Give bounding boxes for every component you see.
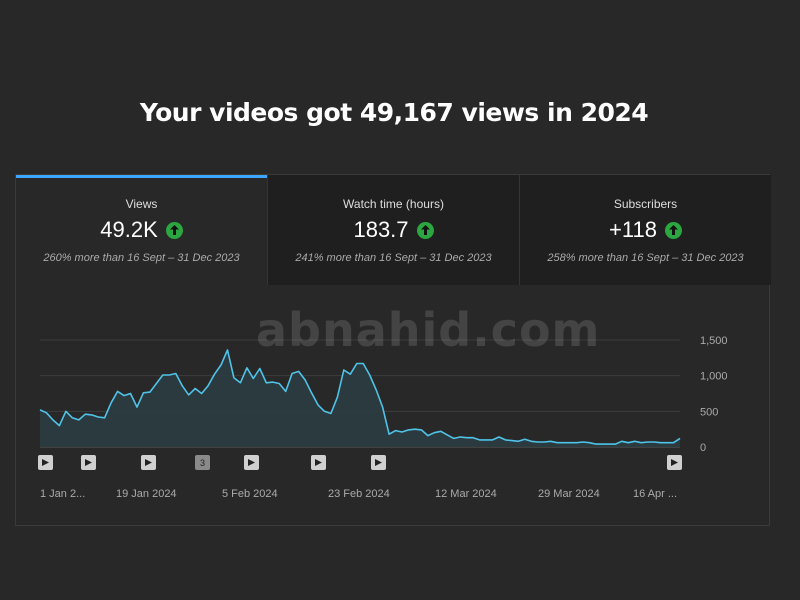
x-tick-label: 5 Feb 2024 bbox=[222, 488, 278, 500]
arrow-up-icon bbox=[416, 221, 434, 239]
x-tick-label: 29 Mar 2024 bbox=[538, 488, 600, 500]
marker-count-label: 3 bbox=[200, 458, 205, 468]
tab-label: Subscribers bbox=[613, 197, 678, 211]
y-tick-label: 1,500 bbox=[700, 335, 728, 347]
x-tick-label: 16 Apr ... bbox=[633, 488, 677, 500]
y-tick-label: 1,000 bbox=[700, 371, 728, 383]
tab-value: 49.2K bbox=[100, 217, 158, 242]
x-tick-label: 23 Feb 2024 bbox=[328, 488, 390, 500]
chart-svg: 1,500 1,000 500 0 3 1 Jan 2... 19 Jan 2024 5 Fe… bbox=[38, 335, 728, 500]
page-headline: Your videos got 49,167 views in 2024 bbox=[139, 98, 649, 127]
tab-comparison-text: 241% more than 16 Sept – 31 Dec 2023 bbox=[295, 252, 492, 264]
x-tick-label: 19 Jan 2024 bbox=[116, 488, 177, 500]
arrow-up-icon bbox=[165, 221, 183, 239]
tab-comparison-text: 260% more than 16 Sept – 31 Dec 2023 bbox=[43, 252, 240, 264]
views-chart: 1,500 1,000 500 0 3 1 Jan 2... 19 Jan 2024 5 Fe… bbox=[16, 285, 771, 525]
tab-label: Watch time (hours) bbox=[343, 197, 444, 211]
tab-label: Views bbox=[125, 197, 158, 211]
metric-tabs: Views 49.2K 260% more than 16 Sept – 31 … bbox=[16, 175, 771, 285]
tab-subscribers[interactable]: Subscribers +118 258% more than 16 Sept … bbox=[519, 175, 771, 285]
x-tick-label: 12 Mar 2024 bbox=[435, 488, 497, 500]
y-tick-label: 0 bbox=[700, 442, 706, 454]
x-tick-label: 1 Jan 2... bbox=[40, 488, 85, 500]
tab-value: +118 bbox=[609, 217, 657, 242]
tab-comparison-text: 258% more than 16 Sept – 31 Dec 2023 bbox=[547, 252, 744, 264]
tab-views[interactable]: Views 49.2K 260% more than 16 Sept – 31 … bbox=[16, 175, 267, 285]
analytics-panel: Views 49.2K 260% more than 16 Sept – 31 … bbox=[15, 174, 771, 526]
views-area bbox=[40, 350, 680, 447]
arrow-up-icon bbox=[664, 221, 682, 239]
y-tick-label: 500 bbox=[700, 406, 718, 418]
tab-value: 183.7 bbox=[353, 217, 409, 242]
tab-watch-time[interactable]: Watch time (hours) 183.7 241% more than … bbox=[267, 175, 519, 285]
